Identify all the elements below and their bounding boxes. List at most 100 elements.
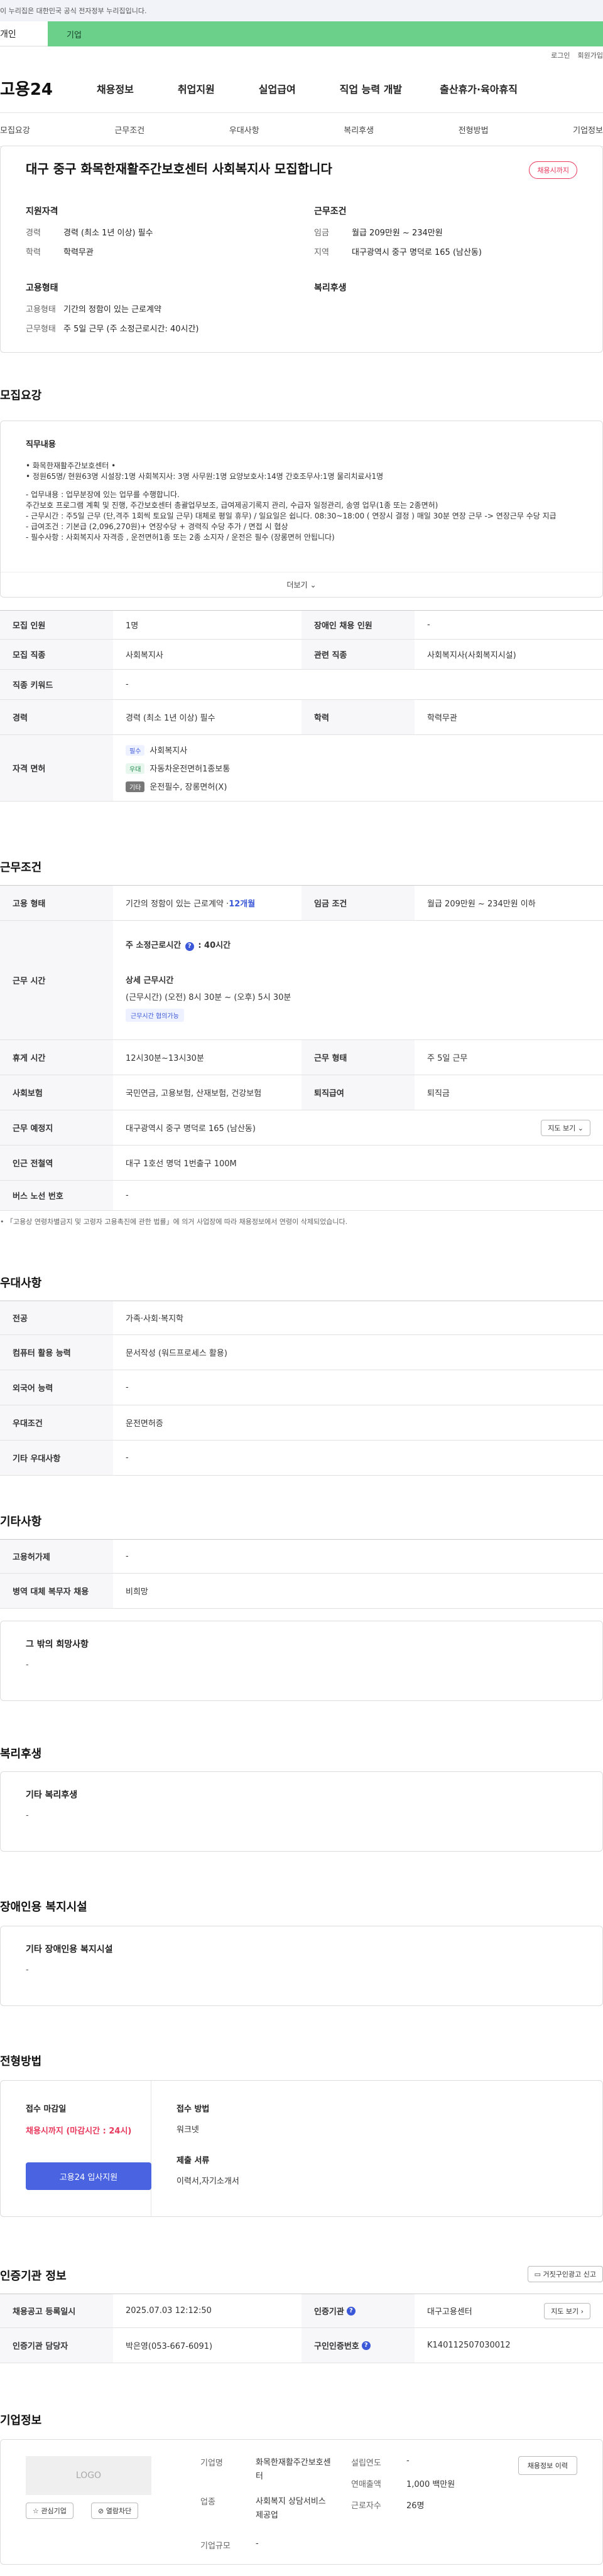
more-button[interactable]: 더보기 ⌄	[1, 572, 602, 597]
wish-card: 그 밖의 희망사항 -	[0, 1621, 603, 1701]
preferences-table: 전공 가족·사회·복지학 컴퓨터 활용 능력 문서작성 (워드프로세스 활용) 외국…	[0, 1301, 603, 1476]
gnb-jobs[interactable]: 채용정보	[97, 81, 134, 96]
auth-table: 채용공고 등록일시 2025.07.03 12:12:50 인증기관? 대구고용…	[0, 2294, 603, 2363]
docs-value: 이력서,자기소개서	[177, 2177, 239, 2186]
military-value: 비희망	[126, 1587, 148, 1597]
license-tag: 기타	[126, 781, 145, 792]
kw-value: -	[126, 680, 129, 689]
summary-card: 대구 중구 화목한재활주간보호센터 사회복지사 모집합니다 채용시까지 지원자격…	[0, 146, 603, 353]
gnb-employment-support[interactable]: 취업지원	[178, 81, 215, 96]
bus-label: 버스 노선 번호	[0, 1181, 113, 1210]
count-label: 모집 인원	[0, 611, 113, 639]
reqno-label: 구인인증번호?	[302, 2328, 415, 2363]
star-icon: ☆	[33, 2507, 39, 2515]
welfare-block: 복리후생	[314, 281, 577, 341]
table-row: 근무 시간 주 소정근로시간 ? : 40시간 상세 근무시간 (근무시간) (…	[0, 921, 603, 1040]
info-icon[interactable]: ?	[361, 2341, 371, 2350]
table-row: 근무 예정지 대구광역시 중구 명덕로 165 (남산동) 지도 보기 ⌄	[0, 1110, 603, 1146]
hours-negotiable-badge: 근무시간 협의가능	[126, 1009, 184, 1022]
license-text: 운전필수, 장롱면허(X)	[149, 783, 227, 792]
gnb-unemployment[interactable]: 실업급여	[259, 81, 296, 96]
table-row: 직종 키워드 -	[0, 670, 603, 700]
table-row: 자격 면허 필수 사회복지사 우대 자동차운전면허1종보통 기타 운전필수, 장롱면허…	[0, 735, 603, 802]
table-row: 컴퓨터 활용 능력 문서작성 (워드프로세스 활용)	[0, 1335, 603, 1370]
break-label: 휴게 시간	[0, 1040, 113, 1075]
anchor-recruit[interactable]: 모집요강	[0, 124, 30, 136]
anchor-welfare[interactable]: 복리후생	[344, 124, 374, 136]
detail-hours-label: 상세 근무시간	[126, 976, 174, 985]
anchor-company[interactable]: 기업정보	[573, 124, 603, 136]
welfare-heading: 복리후생	[314, 283, 347, 293]
recruit-title: 모집요강	[0, 389, 42, 402]
count-value: 1명	[126, 621, 139, 631]
site-logo[interactable]: 고용24	[0, 77, 69, 100]
disabled-fac-heading: 기타 장애인용 복지시설	[26, 1945, 113, 1955]
method-value: 워크넷	[177, 2125, 199, 2135]
job-label: 모집 직종	[0, 640, 113, 669]
anchor-conditions[interactable]: 근무조건	[114, 124, 144, 136]
auth-title: 인증기관 정보	[0, 2270, 67, 2283]
gnb-training[interactable]: 직업 능력 개발	[340, 81, 402, 96]
industry-value: 사회복지 상담서비스 제공업	[256, 2497, 326, 2520]
worktype-label: 근무형태	[26, 325, 56, 334]
detail-hours-value: (근무시간) (오전) 8시 30분 ~ (오후) 5시 30분	[126, 993, 291, 1002]
deadline-badge: 채용시까지	[529, 161, 577, 179]
signup-link[interactable]: 회원가입	[578, 50, 603, 60]
duty-heading: 직무내용	[26, 440, 56, 449]
others-table: 고용허가제 - 병역 대체 복무자 채용 비희망	[0, 1539, 603, 1609]
folder-icon: ▭	[534, 2270, 541, 2278]
login-link[interactable]: 로그인	[551, 50, 570, 60]
computer-label: 컴퓨터 활용 능력	[0, 1335, 113, 1370]
emptype-value: 기간의 정함이 있는 근로계약	[63, 305, 161, 314]
table-row: 병역 대체 복무자 채용 비희망	[0, 1574, 603, 1609]
weekly-hours-label: 주 소정근로시간	[126, 941, 182, 950]
size-value: -	[256, 2539, 259, 2548]
welfare-value: -	[26, 1811, 29, 1820]
insurance-label: 사회보험	[0, 1075, 113, 1110]
wage-value: 월급 209만원 ~ 234만원 이하	[427, 899, 536, 909]
edu-label: 학력	[26, 248, 41, 257]
employ-permit-label: 고용허가제	[0, 1540, 113, 1573]
weekly-hours-value: : 40시간	[198, 941, 231, 950]
kw-label: 직종 키워드	[0, 670, 113, 699]
computer-value: 문서작성 (워드프로세스 활용)	[126, 1349, 227, 1358]
place-label: 근무 예정지	[0, 1110, 113, 1145]
info-icon[interactable]: ?	[346, 2306, 356, 2316]
favorite-button[interactable]: ☆ 관심기업	[26, 2503, 73, 2519]
block-button[interactable]: ⊘ 열람차단	[91, 2503, 139, 2519]
cond-heading: 근무조건	[314, 207, 347, 217]
chevron-down-icon: ⌄	[310, 580, 317, 589]
tab-business[interactable]: 기업	[48, 21, 603, 46]
table-row: 버스 노선 번호 -	[0, 1181, 603, 1211]
company-logo: LOGO	[26, 2456, 151, 2495]
map-button[interactable]: 지도 보기 ⌄	[541, 1119, 590, 1136]
table-row: 외국어 능력 -	[0, 1370, 603, 1405]
duty-line: - 근무시간 : 주5일 근무 (단,격주 1회씩 토요일 근무) 대체로 평일…	[26, 512, 557, 520]
license-item: 우대 자동차운전면허1종보통	[126, 762, 230, 774]
docs-label: 제출 서류	[177, 2156, 210, 2165]
welfare-title: 복리후생	[0, 1747, 42, 1761]
history-button[interactable]: 채용정보 이력	[518, 2456, 577, 2475]
org-map-button[interactable]: 지도 보기 ›	[544, 2302, 590, 2319]
etc-value: -	[126, 1453, 129, 1462]
license-item: 기타 운전필수, 장롱면허(X)	[126, 780, 227, 792]
apply-button[interactable]: 고용24 입사지원	[26, 2162, 151, 2190]
table-row: 채용공고 등록일시 2025.07.03 12:12:50 인증기관? 대구고용…	[0, 2294, 603, 2328]
subway-label: 인근 전철역	[0, 1146, 113, 1180]
disabled-fac-value: -	[26, 1965, 29, 1975]
form-value: 주 5일 근무	[427, 1054, 468, 1063]
tab-individual[interactable]: 개인	[0, 21, 48, 46]
anchor-preferences[interactable]: 우대사항	[229, 124, 259, 136]
license-item: 필수 사회복지사	[126, 744, 187, 756]
report-button[interactable]: ▭ 거짓구인광고 신고	[527, 2266, 603, 2282]
duty-line: - 업무내용 : 업무분장에 있는 업무를 수행합니다.	[26, 490, 180, 499]
form-label: 근무 형태	[302, 1040, 415, 1075]
method-col: 접수 방법 워크넷 제출 서류 이력서,자기소개서	[151, 2081, 264, 2216]
anchor-selection[interactable]: 전형방법	[459, 124, 489, 136]
emp-heading: 고용형태	[26, 283, 58, 293]
hours-label: 근무 시간	[0, 921, 113, 1039]
info-icon[interactable]: ?	[185, 942, 194, 951]
preferences-title: 우대사항	[0, 1277, 42, 1290]
gnb-parental-leave[interactable]: 출산휴가·육아휴직	[440, 81, 518, 96]
emptype-label: 고용형태	[26, 305, 56, 314]
